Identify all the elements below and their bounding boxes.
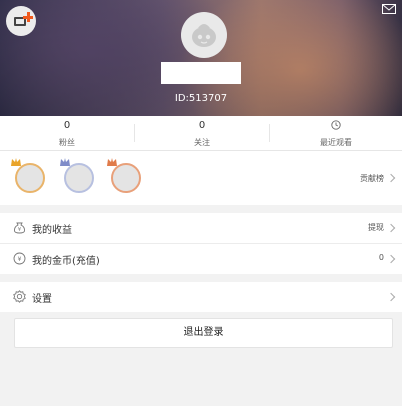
stats-bar: 0 粉丝 0 关注 最近观看 — [0, 116, 402, 151]
chevron-right-icon — [386, 292, 396, 302]
chevron-right-icon — [386, 173, 396, 183]
plus-icon — [23, 12, 33, 22]
settings-label: 设置 — [32, 294, 52, 305]
svg-text:¥: ¥ — [18, 227, 21, 233]
profile-header: ID:513707 — [0, 0, 402, 116]
my-earnings-label: 我的收益 — [32, 225, 72, 236]
fans-count: 0 — [63, 120, 71, 131]
following-count: 0 — [198, 120, 206, 131]
start-live-button[interactable] — [6, 6, 36, 36]
coin-balance: 0 — [378, 253, 384, 262]
settings-row[interactable]: 设置 — [0, 282, 402, 312]
user-id: ID:513707 — [174, 93, 228, 104]
following-label: 关注 — [194, 138, 210, 147]
avatar[interactable] — [181, 12, 227, 58]
following-stat[interactable]: 0 关注 — [135, 116, 269, 150]
chevron-right-icon — [386, 223, 396, 233]
my-coins-row[interactable]: ¥ 我的金币(充值) 0 — [0, 244, 402, 274]
top-fan-3-avatar[interactable] — [111, 163, 141, 193]
top-fan-1-avatar[interactable] — [15, 163, 45, 193]
nickname-box — [161, 62, 241, 84]
chevron-right-icon — [386, 254, 396, 264]
gold-crown-icon — [11, 158, 21, 166]
withdraw-link[interactable]: 提现 — [368, 222, 384, 233]
contribution-label: 贡献榜 — [360, 174, 384, 183]
default-avatar-icon — [192, 24, 216, 47]
clock-icon — [331, 120, 341, 130]
gear-icon — [13, 290, 26, 303]
recent-watch-label: 最近观看 — [320, 138, 352, 147]
fans-label: 粉丝 — [59, 138, 75, 147]
coin-icon: ¥ — [13, 252, 26, 265]
mail-icon[interactable] — [382, 4, 396, 14]
contribution-row[interactable]: 贡献榜 — [0, 151, 402, 205]
my-coins-label: 我的金币(充值) — [32, 256, 100, 267]
top-fan-2-avatar[interactable] — [64, 163, 94, 193]
svg-text:¥: ¥ — [18, 256, 22, 263]
logout-button[interactable]: 退出登录 — [14, 318, 393, 348]
recent-watch-stat[interactable]: 最近观看 — [270, 116, 402, 150]
my-earnings-row[interactable]: ¥ 我的收益 提现 — [0, 213, 402, 243]
fans-stat[interactable]: 0 粉丝 — [0, 116, 134, 150]
silver-crown-icon — [60, 158, 70, 166]
bronze-crown-icon — [107, 158, 117, 166]
money-bag-icon: ¥ — [13, 222, 26, 234]
